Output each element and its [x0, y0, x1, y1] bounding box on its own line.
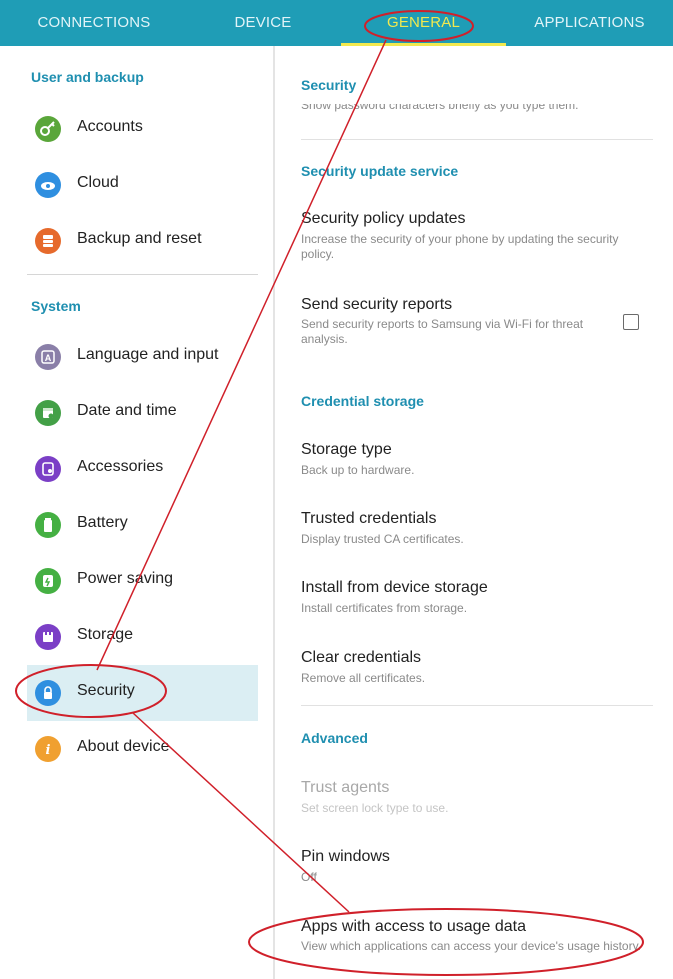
sidebar-item-about-device[interactable]: i About device: [27, 721, 258, 777]
calendar-icon: [35, 400, 61, 426]
security-settings-pane: Security Show password characters briefl…: [275, 46, 673, 979]
sidebar-item-storage[interactable]: Storage: [27, 609, 258, 665]
info-icon: i: [35, 736, 61, 762]
send-security-reports-summary: Send security reports to Samsung via Wi-…: [301, 317, 584, 346]
page-title: Security: [301, 77, 357, 93]
section-header-credential-storage: Credential storage: [301, 393, 424, 409]
storage-type-summary: Back up to hardware.: [301, 463, 415, 477]
svg-text:A: A: [45, 353, 52, 363]
install-from-storage-summary: Install certificates from storage.: [301, 601, 468, 615]
trusted-credentials-title: Trusted credentials: [301, 510, 437, 527]
tab-bar: CONNECTIONS DEVICE GENERAL APPLICATIONS: [0, 0, 673, 46]
sidebar-item-date-time[interactable]: Date and time: [27, 385, 258, 441]
sidebar-item-label: Language and input: [77, 346, 219, 363]
backup-icon: [35, 228, 61, 254]
section-header-advanced: Advanced: [301, 730, 368, 746]
security-policy-updates-title: Security policy updates: [301, 210, 466, 227]
tab-connections[interactable]: CONNECTIONS: [0, 0, 188, 46]
storage-type-title: Storage type: [301, 441, 392, 458]
send-security-reports-checkbox[interactable]: [623, 314, 639, 330]
sidebar-item-language-input[interactable]: A Language and input: [27, 329, 258, 385]
power-saving-icon: [35, 568, 61, 594]
sidebar-item-label: About device: [77, 738, 170, 755]
divider: [301, 139, 653, 140]
sidebar-divider: [27, 274, 258, 275]
sidebar-item-accessories[interactable]: Accessories: [27, 441, 258, 497]
sidebar-item-power-saving[interactable]: Power saving: [27, 553, 258, 609]
security-policy-updates-summary: Increase the security of your phone by u…: [301, 232, 619, 261]
sidebar-item-label: Battery: [77, 514, 128, 531]
trust-agents-summary: Set screen lock type to use.: [301, 801, 449, 815]
pin-windows-title: Pin windows: [301, 848, 390, 865]
show-password-summary: Show password characters briefly as you …: [301, 104, 579, 112]
install-from-storage-title: Install from device storage: [301, 579, 488, 596]
sidebar: User and backup Accounts Cloud Backup an…: [0, 46, 273, 979]
section-header-update-service: Security update service: [301, 163, 459, 179]
send-security-reports-title: Send security reports: [301, 296, 453, 313]
sidebar-item-cloud[interactable]: Cloud: [27, 157, 258, 213]
accessories-icon: [35, 456, 61, 482]
apps-usage-data-title: Apps with access to usage data: [301, 918, 527, 935]
sidebar-item-label: Power saving: [77, 570, 174, 587]
battery-icon: [35, 512, 61, 538]
storage-icon: [35, 624, 61, 650]
section-header-user-backup: User and backup: [31, 69, 144, 85]
tab-device[interactable]: DEVICE: [188, 0, 338, 46]
sidebar-item-label: Security: [77, 682, 135, 699]
sidebar-item-label: Storage: [77, 626, 134, 643]
section-header-system: System: [31, 298, 81, 314]
sidebar-item-label: Backup and reset: [77, 230, 202, 247]
sidebar-item-label: Date and time: [77, 402, 177, 419]
clear-credentials-title: Clear credentials: [301, 649, 422, 666]
language-icon: A: [35, 344, 61, 370]
sidebar-item-backup-reset[interactable]: Backup and reset: [27, 213, 258, 269]
svg-text:i: i: [46, 743, 51, 758]
sidebar-item-battery[interactable]: Battery: [27, 497, 258, 553]
apps-usage-data-summary: View which applications can access your …: [301, 939, 642, 953]
sidebar-item-label: Accounts: [77, 118, 143, 135]
sidebar-item-label: Accessories: [77, 458, 164, 475]
cloud-icon: [35, 172, 61, 198]
sidebar-item-security[interactable]: Security: [27, 665, 258, 721]
trusted-credentials-summary: Display trusted CA certificates.: [301, 532, 464, 546]
lock-icon: [35, 680, 61, 706]
tab-applications[interactable]: APPLICATIONS: [506, 0, 673, 46]
sidebar-item-label: Cloud: [77, 174, 119, 191]
divider: [301, 705, 653, 706]
tab-general[interactable]: GENERAL: [341, 0, 506, 46]
trust-agents-title: Trust agents: [301, 779, 390, 796]
pin-windows-summary: Off: [301, 870, 317, 884]
sidebar-item-accounts[interactable]: Accounts: [27, 101, 258, 157]
key-icon: [35, 116, 61, 142]
clear-credentials-summary: Remove all certificates.: [301, 671, 426, 685]
